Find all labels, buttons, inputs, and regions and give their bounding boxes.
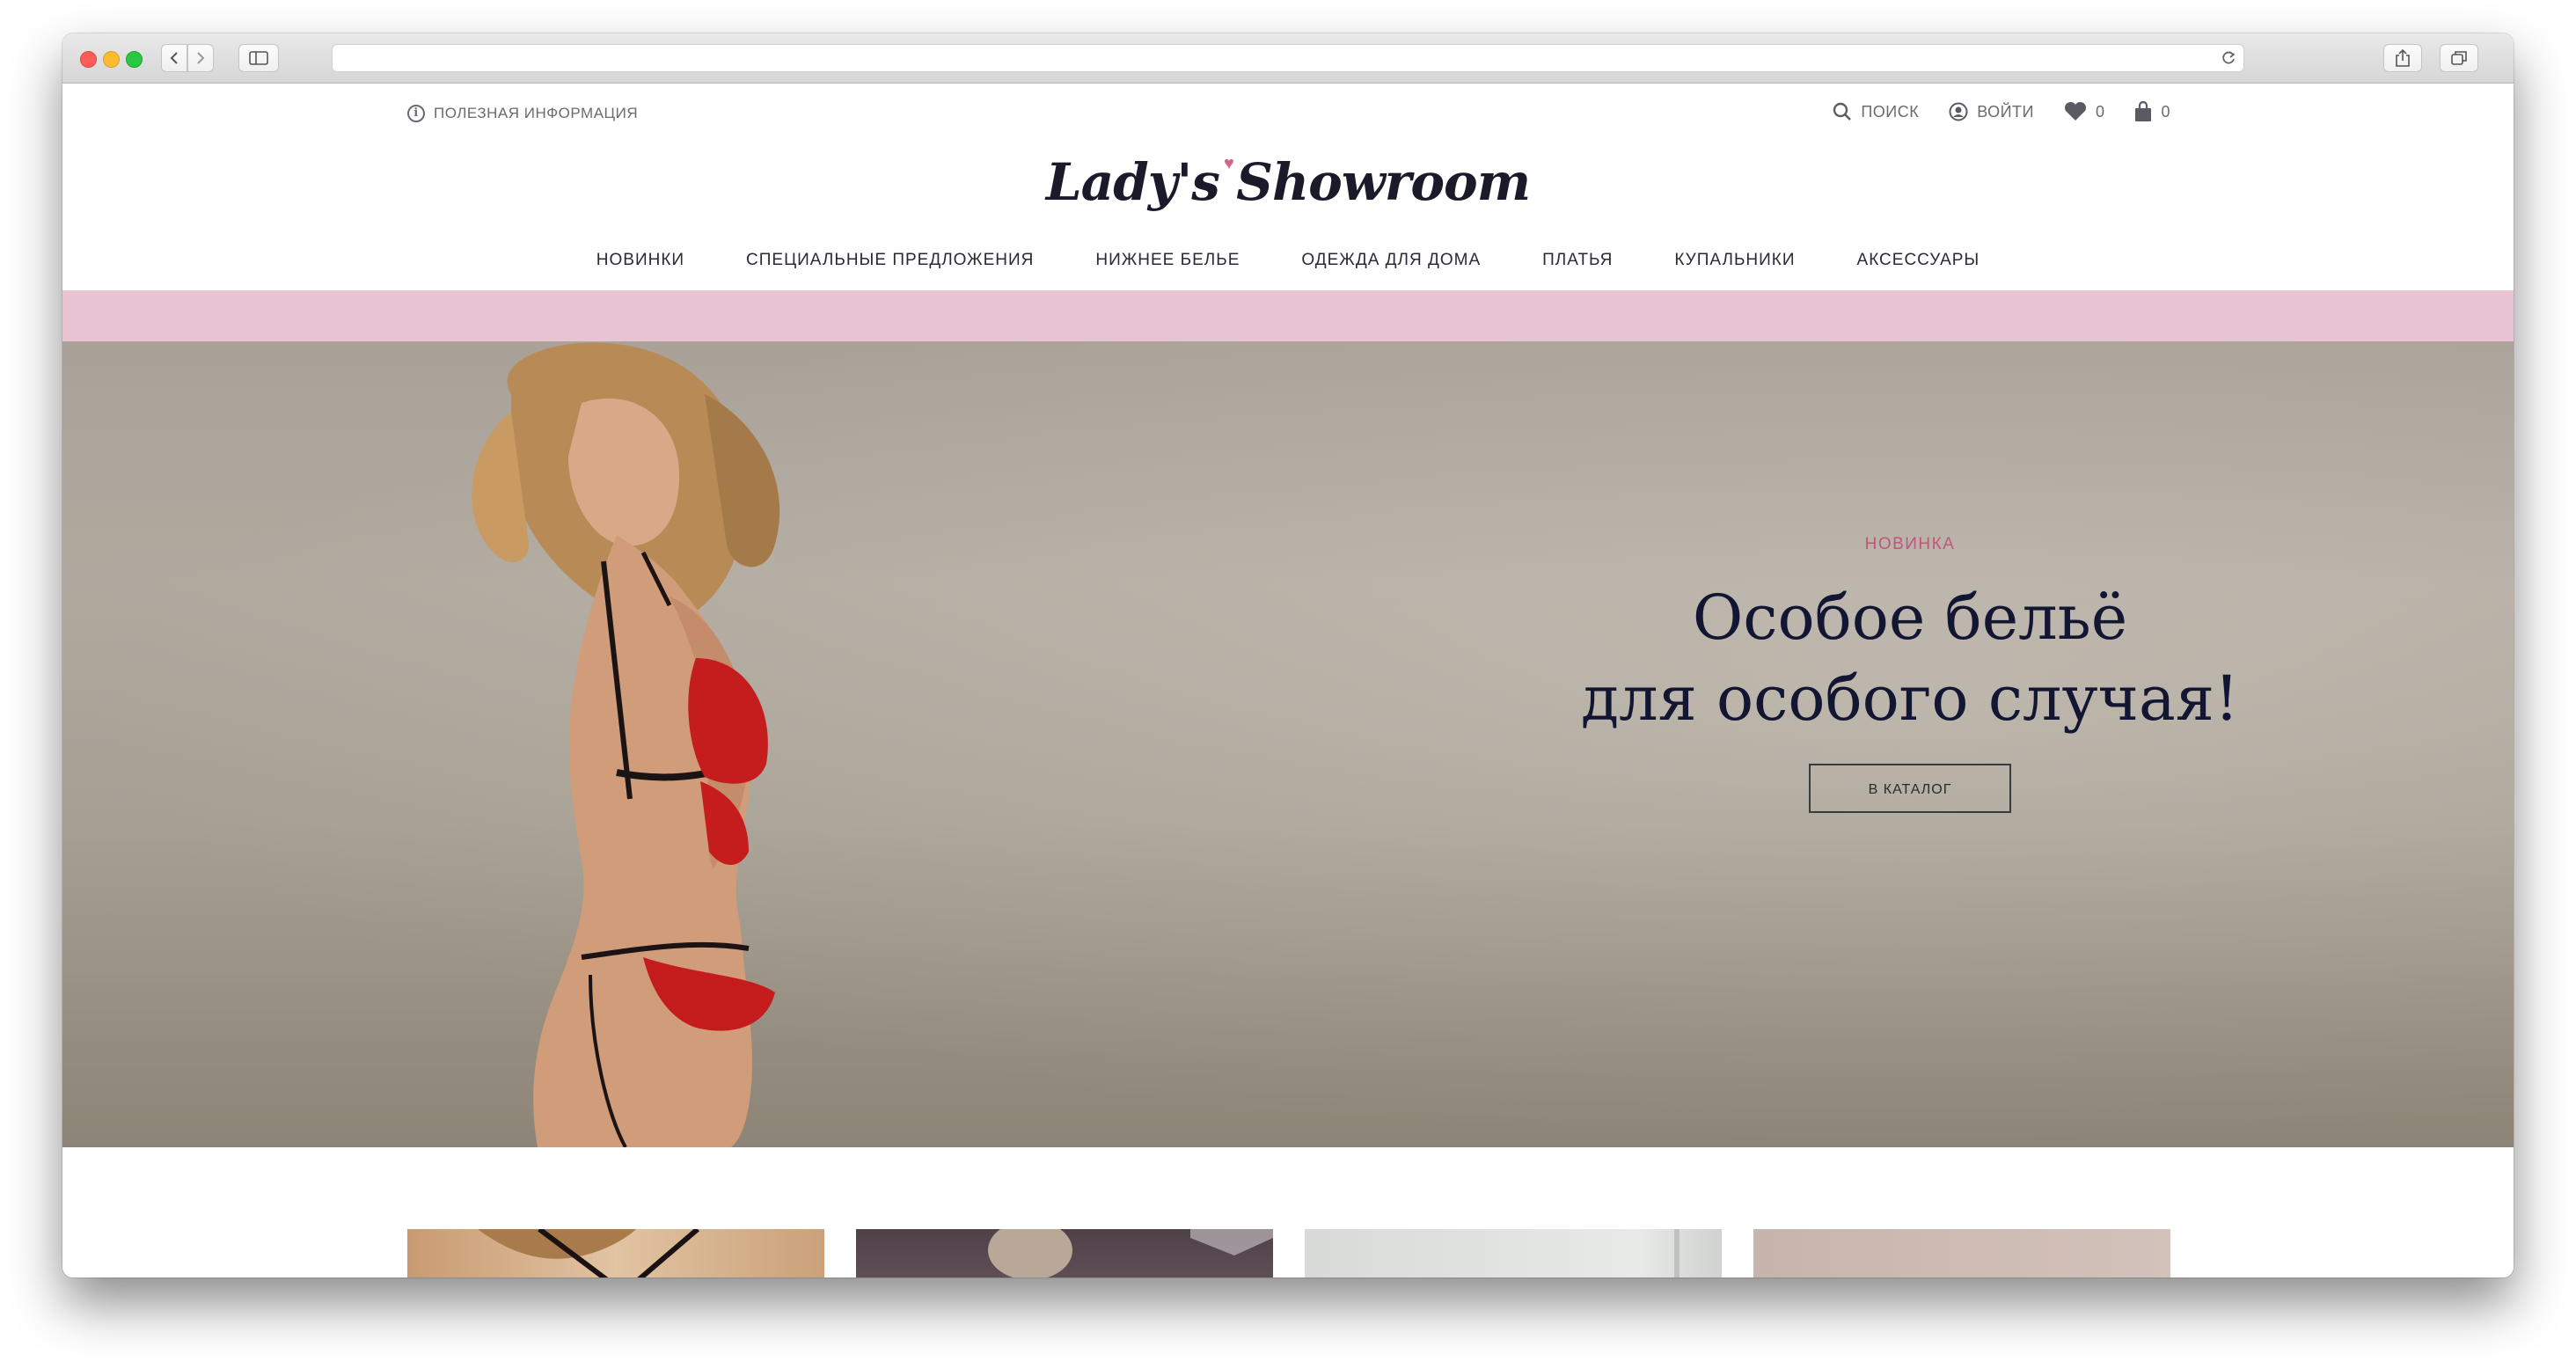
nav-item-dresses[interactable]: ПЛАТЬЯ <box>1542 251 1613 270</box>
useful-info-label: ПОЛЕЗНАЯ ИНФОРМАЦИЯ <box>434 105 639 121</box>
user-icon <box>1949 102 1968 121</box>
product-image <box>856 1229 1273 1277</box>
browser-toolbar <box>62 33 2514 84</box>
hero-label: НОВИНКА <box>1864 535 1956 553</box>
main-navigation: НОВИНКИ СПЕЦИАЛЬНЫЕ ПРЕДЛОЖЕНИЯ НИЖНЕЕ Б… <box>62 251 2514 270</box>
useful-info-link[interactable]: i ПОЛЕЗНАЯ ИНФОРМАЦИЯ <box>407 105 638 122</box>
hero-content: НОВИНКА Особое бельё для особого случая!… <box>1435 535 2385 813</box>
zoom-window-button[interactable] <box>126 51 143 68</box>
product-tile[interactable] <box>1753 1229 2170 1277</box>
tabs-icon <box>2451 51 2467 65</box>
site-logo[interactable]: Lady's Showroom <box>62 152 2514 212</box>
forward-button[interactable] <box>187 44 214 72</box>
share-button[interactable] <box>2383 44 2422 72</box>
nav-item-homewear[interactable]: ОДЕЖДА ДЛЯ ДОМА <box>1301 251 1481 270</box>
share-icon <box>2396 48 2410 67</box>
product-tile[interactable] <box>856 1229 1273 1277</box>
header-actions: ПОИСК ВОЙТИ 0 0 <box>1833 101 2170 122</box>
promo-band <box>62 290 2514 341</box>
wishlist-count: 0 <box>2095 102 2105 121</box>
hero-title-line-1: Особое бельё <box>1692 582 2128 654</box>
nav-item-lingerie[interactable]: НИЖНЕЕ БЕЛЬЕ <box>1095 251 1240 270</box>
product-image <box>1753 1229 2170 1277</box>
back-button[interactable] <box>161 44 187 72</box>
hero-model-image <box>472 342 780 1147</box>
nav-item-accessories[interactable]: АКСЕССУАРЫ <box>1857 251 1980 270</box>
heart-logo-icon: ♥ <box>1224 154 1234 173</box>
search-icon <box>1833 102 1852 121</box>
product-tile[interactable] <box>407 1229 824 1277</box>
sidebar-icon <box>249 51 268 65</box>
wishlist-link[interactable]: 0 <box>2064 102 2105 121</box>
show-tabs-button[interactable] <box>2440 44 2478 72</box>
nav-item-swimwear[interactable]: КУПАЛЬНИКИ <box>1674 251 1795 270</box>
minimize-window-button[interactable] <box>103 51 120 68</box>
heart-icon <box>2064 102 2086 121</box>
product-image <box>1674 1229 1680 1277</box>
nav-item-new[interactable]: НОВИНКИ <box>596 251 684 270</box>
product-tile[interactable] <box>1305 1229 1722 1277</box>
address-bar[interactable] <box>332 44 2244 72</box>
hero-title-line-2: для особого случая! <box>1581 663 2239 735</box>
info-icon: i <box>407 105 425 122</box>
hero-banner: НОВИНКА Особое бельё для особого случая!… <box>62 341 2514 1147</box>
close-window-button[interactable] <box>80 51 97 68</box>
hero-title: Особое бельё для особого случая! <box>1435 577 2385 739</box>
chevron-left-icon <box>170 52 178 64</box>
nav-item-special-offers[interactable]: СПЕЦИАЛЬНЫЕ ПРЕДЛОЖЕНИЯ <box>746 251 1034 270</box>
sidebar-toggle-button[interactable] <box>238 44 279 72</box>
site-page: i ПОЛЕЗНАЯ ИНФОРМАЦИЯ Lady's Showroom ♥ … <box>62 84 2514 1277</box>
reload-icon[interactable] <box>2221 49 2236 67</box>
cart-link[interactable]: 0 <box>2134 101 2170 122</box>
login-label: ВОЙТИ <box>1977 102 2034 121</box>
browser-window: + i ПОЛЕЗНАЯ ИНФОРМАЦИЯ Lady's Showroom … <box>62 33 2514 1277</box>
product-tiles <box>407 1229 2170 1277</box>
login-link[interactable]: ВОЙТИ <box>1949 102 2034 121</box>
product-image <box>478 1229 699 1277</box>
search-link[interactable]: ПОИСК <box>1833 102 1919 121</box>
cart-count: 0 <box>2161 102 2170 121</box>
search-label: ПОИСК <box>1861 102 1920 121</box>
shopping-bag-icon <box>2135 101 2152 121</box>
catalog-button[interactable]: В КАТАЛОГ <box>1809 764 2011 813</box>
chevron-right-icon <box>197 52 205 64</box>
